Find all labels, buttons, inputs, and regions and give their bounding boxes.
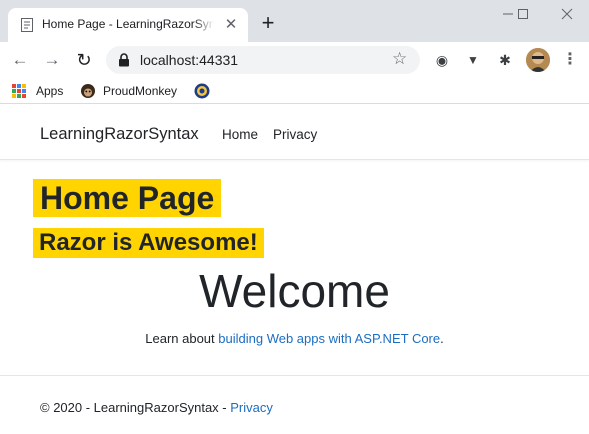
apps-grid-icon	[12, 84, 26, 98]
site-brand-link[interactable]: LearningRazorSyntax	[40, 125, 199, 144]
browser-tab-strip: Home Page - LearningRazorSyntax ✕ +	[0, 0, 589, 42]
lock-icon	[118, 53, 130, 67]
address-bar[interactable]: localhost:44331 ☆	[106, 46, 420, 74]
site-footer: © 2020 - LearningRazorSyntax - Privacy	[0, 375, 589, 434]
bookmark-star-icon[interactable]: ☆	[392, 49, 407, 69]
maximize-button[interactable]	[508, 2, 538, 26]
learn-suffix: .	[440, 331, 444, 346]
aspnet-docs-link[interactable]: building Web apps with ASP.NET Core	[218, 331, 440, 346]
learn-prefix: Learn about	[145, 331, 219, 346]
site-navbar: LearningRazorSyntax Home Privacy	[0, 105, 589, 160]
puzzle-icon[interactable]: ✱	[495, 50, 515, 70]
bookmark-apps[interactable]: Apps	[36, 82, 63, 100]
back-arrow-icon[interactable]: ←	[8, 48, 32, 72]
monkey-icon	[80, 82, 96, 100]
forward-arrow-icon[interactable]: →	[40, 48, 64, 72]
new-tab-button[interactable]: +	[256, 12, 280, 36]
page-heading: Home Page	[33, 179, 222, 217]
nav-home-link[interactable]: Home	[222, 127, 258, 142]
profile-avatar[interactable]	[526, 48, 550, 72]
footer-copyright: © 2020 - LearningRazorSyntax -	[40, 400, 231, 415]
url-text[interactable]: localhost:44331	[140, 52, 238, 68]
tab-title: Home Page - LearningRazorSyntax	[42, 17, 214, 31]
page-favicon-icon	[20, 18, 34, 32]
close-window-button[interactable]	[552, 2, 582, 26]
browser-tab[interactable]: Home Page - LearningRazorSyntax ✕	[8, 8, 248, 42]
welcome-title: Welcome	[199, 265, 390, 317]
page-subheading: Razor is Awesome!	[33, 228, 264, 258]
browser-toolbar: ← → ↻ localhost:44331 ☆ ◉ ▼ ✱ ⋮	[0, 42, 589, 78]
tab-title-fade	[194, 14, 214, 36]
nav-privacy-link[interactable]: Privacy	[273, 127, 317, 142]
bookmarks-bar: Apps ProudMonkey	[0, 78, 589, 104]
footer-privacy-link[interactable]: Privacy	[230, 400, 273, 415]
reload-icon[interactable]: ↻	[72, 48, 96, 72]
badge-icon[interactable]	[193, 82, 211, 100]
record-icon[interactable]: ◉	[432, 50, 452, 70]
bookmark-proudmonkey[interactable]: ProudMonkey	[103, 82, 177, 100]
footer-text: © 2020 - LearningRazorSyntax - Privacy	[40, 400, 273, 415]
learn-paragraph: Learn about building Web apps with ASP.N…	[0, 331, 589, 346]
tab-close-icon[interactable]: ✕	[222, 16, 240, 34]
browser-menu-icon[interactable]: ⋮	[560, 48, 580, 72]
vue-icon[interactable]: ▼	[463, 50, 483, 70]
web-page: LearningRazorSyntax Home Privacy Home Pa…	[0, 105, 589, 434]
